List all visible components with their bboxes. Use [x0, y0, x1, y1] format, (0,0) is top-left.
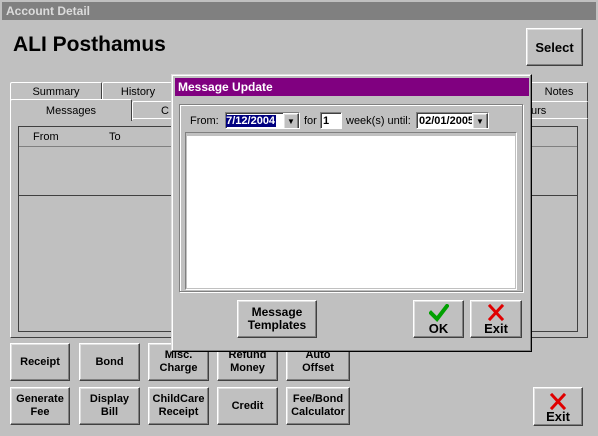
- weeks-value: 1: [323, 114, 330, 127]
- until-date-value: 02/01/2005: [419, 114, 475, 127]
- ok-label: OK: [428, 321, 449, 336]
- generate-fee-button[interactable]: Generate Fee: [10, 387, 70, 425]
- exit-icon: [549, 392, 567, 410]
- tab-messages[interactable]: Messages: [10, 99, 132, 121]
- chevron-down-icon[interactable]: ▼: [472, 113, 488, 128]
- ok-button[interactable]: OK: [413, 300, 464, 338]
- tab-notes[interactable]: Notes: [530, 82, 588, 101]
- from-date-value: 27/12/2004: [226, 114, 277, 127]
- select-button[interactable]: Select: [526, 28, 583, 66]
- chevron-down-icon[interactable]: ▼: [283, 113, 299, 128]
- window-title: Account Detail: [2, 2, 596, 20]
- credit-button[interactable]: Credit: [217, 387, 278, 425]
- from-label: From:: [190, 115, 219, 127]
- column-header-to[interactable]: To: [109, 131, 121, 143]
- until-date-dropdown[interactable]: 02/01/2005 ▼: [416, 112, 489, 129]
- exit-icon: [487, 303, 505, 322]
- main-exit-button[interactable]: Exit: [533, 387, 583, 426]
- weeks-input[interactable]: 1: [320, 112, 342, 129]
- account-name: ALI Posthamus: [13, 33, 166, 56]
- weeks-until-label: week(s) until:: [346, 115, 411, 127]
- bond-button[interactable]: Bond: [79, 343, 140, 381]
- from-date-dropdown[interactable]: 27/12/2004 ▼: [225, 112, 300, 129]
- message-textarea[interactable]: [187, 136, 515, 288]
- main-exit-label: Exit: [546, 408, 570, 424]
- fee-bond-calculator-button[interactable]: Fee/Bond Calculator: [286, 387, 350, 425]
- childcare-receipt-button[interactable]: ChildCare Receipt: [148, 387, 209, 425]
- dialog-title: Message Update: [175, 78, 529, 96]
- receipt-button[interactable]: Receipt: [10, 343, 70, 381]
- for-label: for: [304, 115, 317, 127]
- display-bill-button[interactable]: Display Bill: [79, 387, 140, 425]
- column-header-from[interactable]: From: [33, 131, 59, 143]
- checkmark-icon: [427, 303, 450, 323]
- message-templates-button[interactable]: Message Templates: [237, 300, 317, 338]
- dialog-exit-label: Exit: [484, 321, 508, 336]
- dialog-exit-button[interactable]: Exit: [470, 300, 522, 338]
- message-update-dialog: Message Update From: 27/12/2004 ▼ for 1 …: [171, 74, 532, 352]
